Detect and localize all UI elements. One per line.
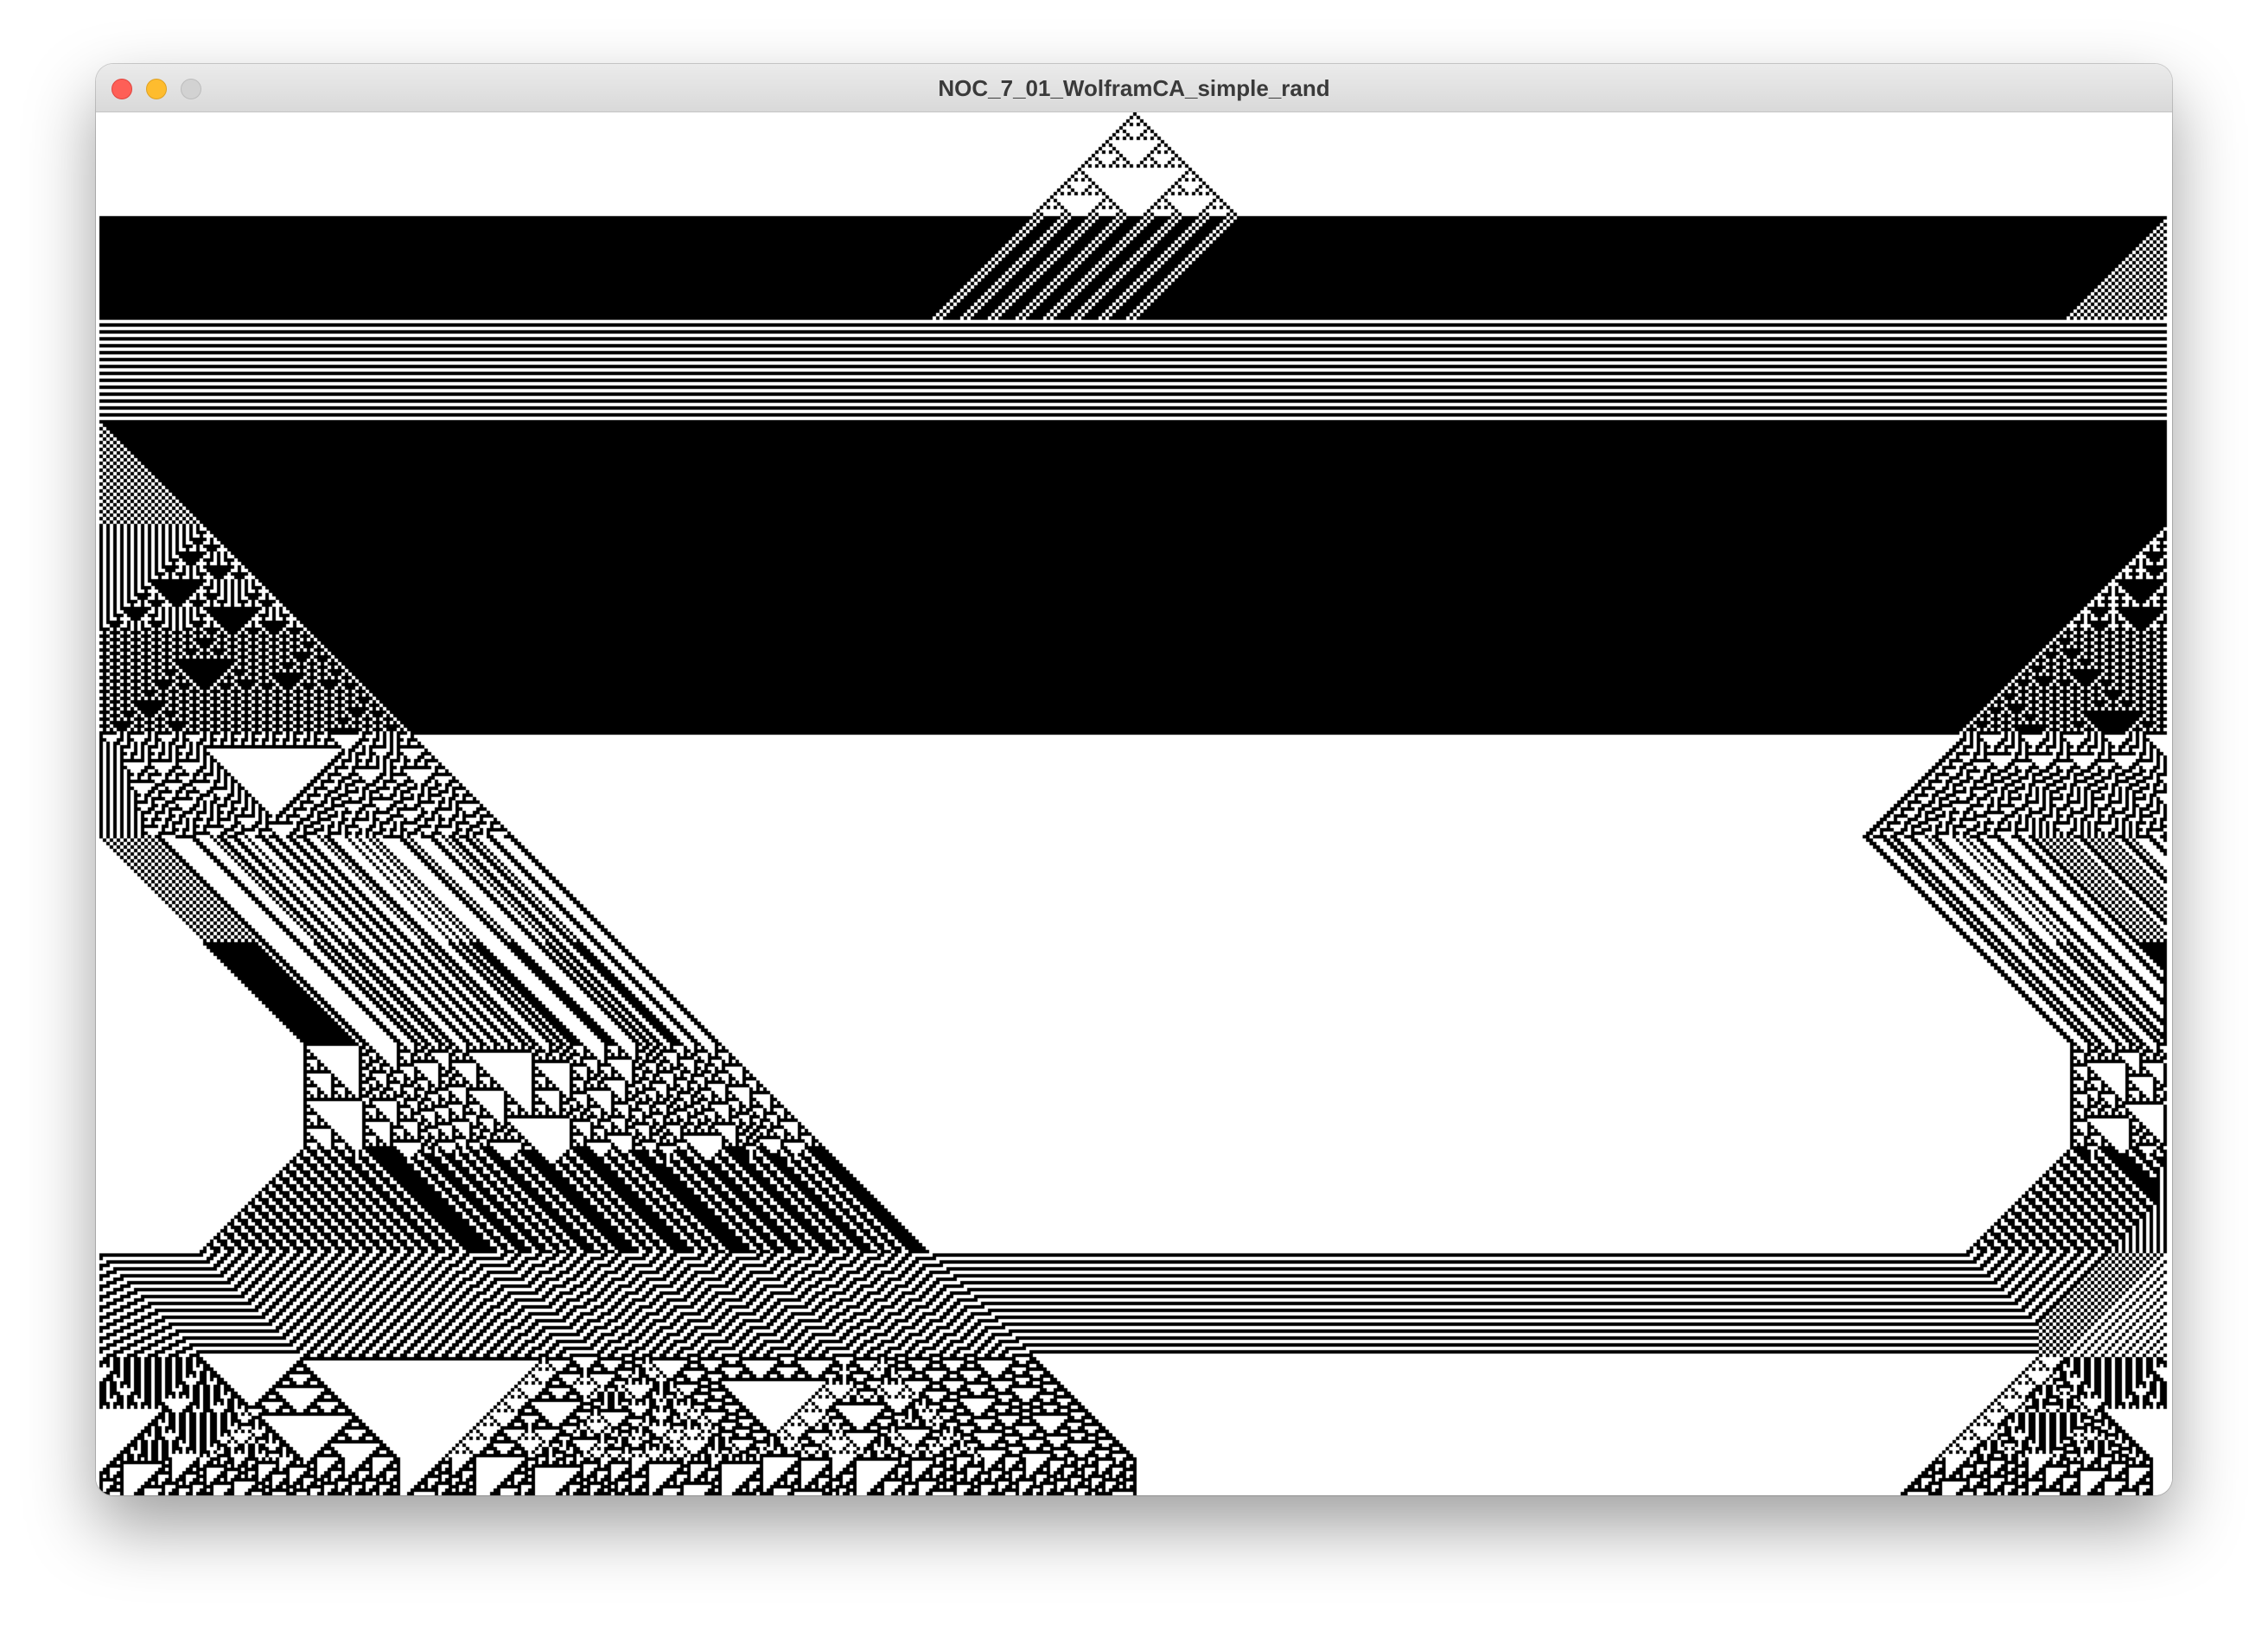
app-window: NOC_7_01_WolframCA_simple_rand bbox=[96, 64, 2172, 1495]
window-title: NOC_7_01_WolframCA_simple_rand bbox=[938, 75, 1330, 101]
cellular-automaton-canvas[interactable] bbox=[96, 112, 2172, 1495]
title-bar[interactable]: NOC_7_01_WolframCA_simple_rand bbox=[96, 64, 2172, 112]
sketch-canvas-area bbox=[96, 112, 2172, 1495]
